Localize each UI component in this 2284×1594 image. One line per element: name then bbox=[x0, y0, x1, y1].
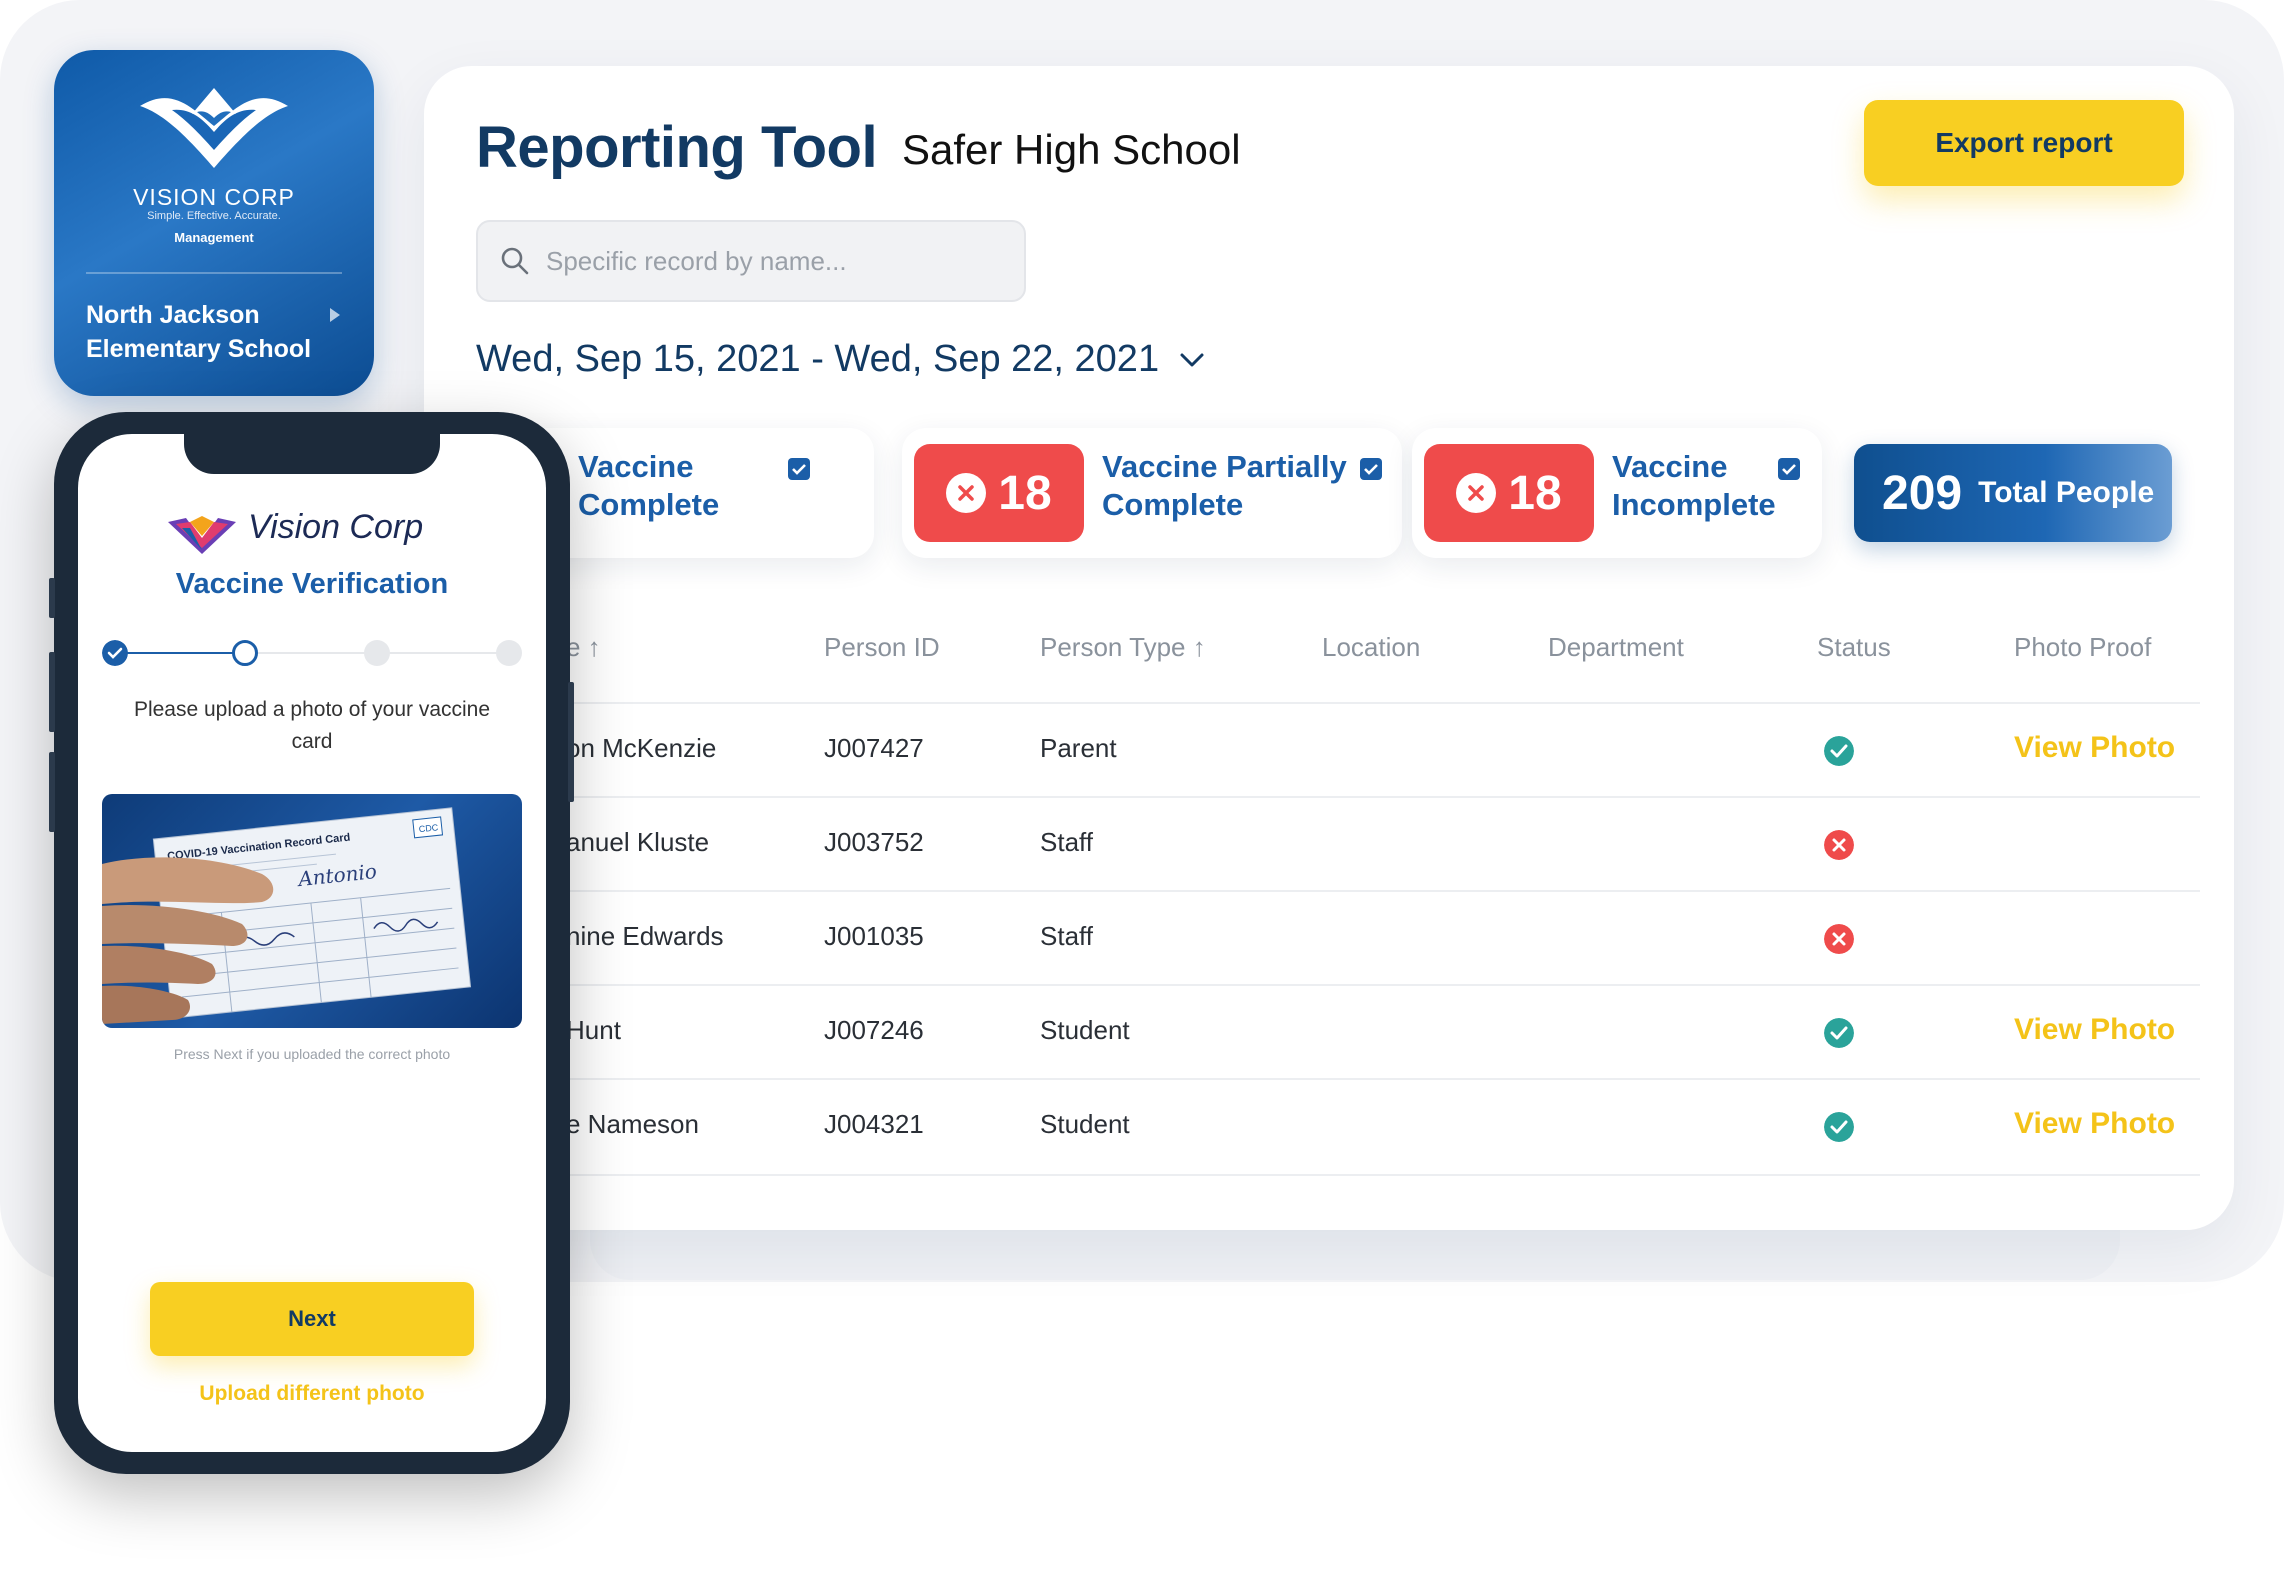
phone-screen: Vision Corp Vaccine Verification Please … bbox=[78, 434, 546, 1452]
stat-vaccine-incomplete[interactable]: 18 Vaccine Incomplete bbox=[1412, 428, 1822, 558]
vision-corp-logo-icon bbox=[168, 516, 236, 554]
phone-side-button bbox=[49, 652, 55, 732]
search-field[interactable] bbox=[476, 220, 1026, 302]
total-label: Total People bbox=[1978, 476, 2155, 509]
status-incomplete-icon bbox=[1824, 830, 1854, 860]
cell-name: nine Edwards bbox=[566, 921, 724, 951]
checkbox-icon[interactable] bbox=[788, 458, 810, 480]
brand-name: VISION CORP bbox=[133, 184, 295, 210]
checkbox-icon[interactable] bbox=[1360, 458, 1382, 480]
upload-instruction: Please upload a photo of your vaccine ca… bbox=[133, 698, 491, 753]
chevron-down-icon bbox=[1180, 353, 1204, 366]
stat-vaccine-partially-complete[interactable]: 18 Vaccine Partially Complete bbox=[902, 428, 1402, 558]
x-circle-icon bbox=[946, 473, 987, 513]
brand-tagline: Simple. Effective. Accurate. bbox=[147, 210, 281, 222]
stat-label: Vaccine Incomplete bbox=[1612, 449, 1776, 522]
date-range-label: Wed, Sep 15, 2021 - Wed, Sep 22, 2021 bbox=[476, 338, 1160, 380]
checkbox-icon[interactable] bbox=[1778, 458, 1800, 480]
cell-person-id: J007427 bbox=[824, 733, 924, 763]
table-row[interactable]: Hunt J007246 Student View Photo bbox=[424, 984, 2200, 1080]
upload-hint: Press Next if you uploaded the correct p… bbox=[173, 1046, 451, 1062]
cell-name: anuel Kluste bbox=[566, 827, 710, 857]
stat-label: Vaccine Complete bbox=[578, 449, 720, 522]
step-upcoming-icon bbox=[364, 640, 390, 666]
phone-side-button bbox=[49, 578, 55, 618]
step-current-icon bbox=[232, 640, 258, 666]
search-icon bbox=[501, 247, 529, 275]
cell-name: Hunt bbox=[566, 1015, 621, 1045]
status-incomplete-icon bbox=[1824, 924, 1854, 954]
phone-side-button bbox=[568, 682, 574, 802]
cell-person-type: Staff bbox=[1040, 921, 1094, 951]
view-photo-link[interactable]: View Photo bbox=[2014, 1013, 2175, 1047]
table-row[interactable]: on McKenzie J007427 Parent View Photo bbox=[424, 702, 2200, 798]
school-name: Safer High School bbox=[902, 126, 1241, 173]
column-header-photo-proof[interactable]: Photo Proof bbox=[2014, 632, 2151, 663]
column-header-status[interactable]: Status bbox=[1817, 632, 1891, 663]
phone-brand-name: Vision Corp bbox=[248, 508, 424, 546]
vaccine-card-photo: COVID-19 Vaccination Record Card CDC Ant… bbox=[102, 794, 522, 1028]
status-complete-icon bbox=[1824, 1112, 1854, 1142]
stat-badge: 18 bbox=[1424, 444, 1594, 542]
table-row[interactable]: anuel Kluste J003752 Staff bbox=[424, 796, 2200, 892]
column-header-name[interactable]: e ↑ bbox=[566, 632, 601, 663]
export-report-button[interactable]: Export report bbox=[1864, 100, 2184, 186]
cell-person-type: Parent bbox=[1040, 733, 1117, 763]
caret-right-icon bbox=[330, 308, 340, 322]
stat-count: 18 bbox=[1508, 466, 1562, 520]
cell-person-type: Student bbox=[1040, 1015, 1130, 1045]
date-range-picker[interactable]: Wed, Sep 15, 2021 - Wed, Sep 22, 2021 bbox=[476, 338, 1205, 381]
page-title: Reporting Tool bbox=[476, 115, 878, 180]
reporting-card: Reporting Tool Safer High School Export … bbox=[424, 66, 2234, 1230]
view-photo-link[interactable]: View Photo bbox=[2014, 1107, 2175, 1141]
total-people-card: 209 Total People bbox=[1854, 444, 2172, 542]
brand-subtitle: Management bbox=[174, 230, 254, 245]
phone-notch bbox=[184, 434, 440, 474]
cell-name: on McKenzie bbox=[566, 733, 717, 763]
step-complete-icon bbox=[102, 640, 128, 666]
cell-person-type: Student bbox=[1040, 1109, 1130, 1139]
stat-badge: 18 bbox=[914, 444, 1084, 542]
divider bbox=[86, 272, 342, 274]
column-header-person-id[interactable]: Person ID bbox=[824, 632, 940, 663]
view-photo-link[interactable]: View Photo bbox=[2014, 731, 2175, 765]
upload-different-photo-link[interactable]: Upload different photo bbox=[78, 1382, 546, 1406]
phone-side-button bbox=[49, 752, 55, 832]
x-circle-icon bbox=[1456, 473, 1497, 513]
total-count: 209 bbox=[1882, 466, 1963, 520]
cell-person-id: J007246 bbox=[824, 1015, 924, 1045]
column-header-department[interactable]: Department bbox=[1548, 632, 1684, 663]
cell-person-id: J001035 bbox=[824, 921, 924, 951]
table-row[interactable]: e Nameson J004321 Student View Photo bbox=[424, 1078, 2200, 1176]
step-upcoming-icon bbox=[496, 640, 522, 666]
cdc-logo: CDC bbox=[418, 822, 439, 834]
search-input[interactable] bbox=[544, 244, 988, 278]
phone-mockup: Vision Corp Vaccine Verification Please … bbox=[49, 412, 574, 1474]
status-complete-icon bbox=[1824, 736, 1854, 766]
vision-corp-logo-icon bbox=[140, 88, 288, 168]
column-header-location[interactable]: Location bbox=[1322, 632, 1420, 663]
cell-person-id: J003752 bbox=[824, 827, 924, 857]
table-row[interactable]: nine Edwards J001035 Staff bbox=[424, 890, 2200, 986]
stepper-progress-line bbox=[114, 652, 246, 654]
stat-count: 18 bbox=[998, 466, 1052, 520]
next-button[interactable]: Next bbox=[150, 1282, 474, 1356]
school-selector-card[interactable]: VISION CORP Simple. Effective. Accurate.… bbox=[54, 50, 374, 396]
cell-person-id: J004321 bbox=[824, 1109, 924, 1139]
cell-name: e Nameson bbox=[566, 1109, 699, 1139]
column-header-person-type[interactable]: Person Type ↑ bbox=[1040, 632, 1206, 663]
phone-title: Vaccine Verification bbox=[175, 568, 449, 600]
stat-label: Vaccine Partially Complete bbox=[1102, 449, 1347, 522]
status-complete-icon bbox=[1824, 1018, 1854, 1048]
cell-person-type: Staff bbox=[1040, 827, 1094, 857]
selected-school: North Jackson Elementary School bbox=[86, 301, 312, 363]
